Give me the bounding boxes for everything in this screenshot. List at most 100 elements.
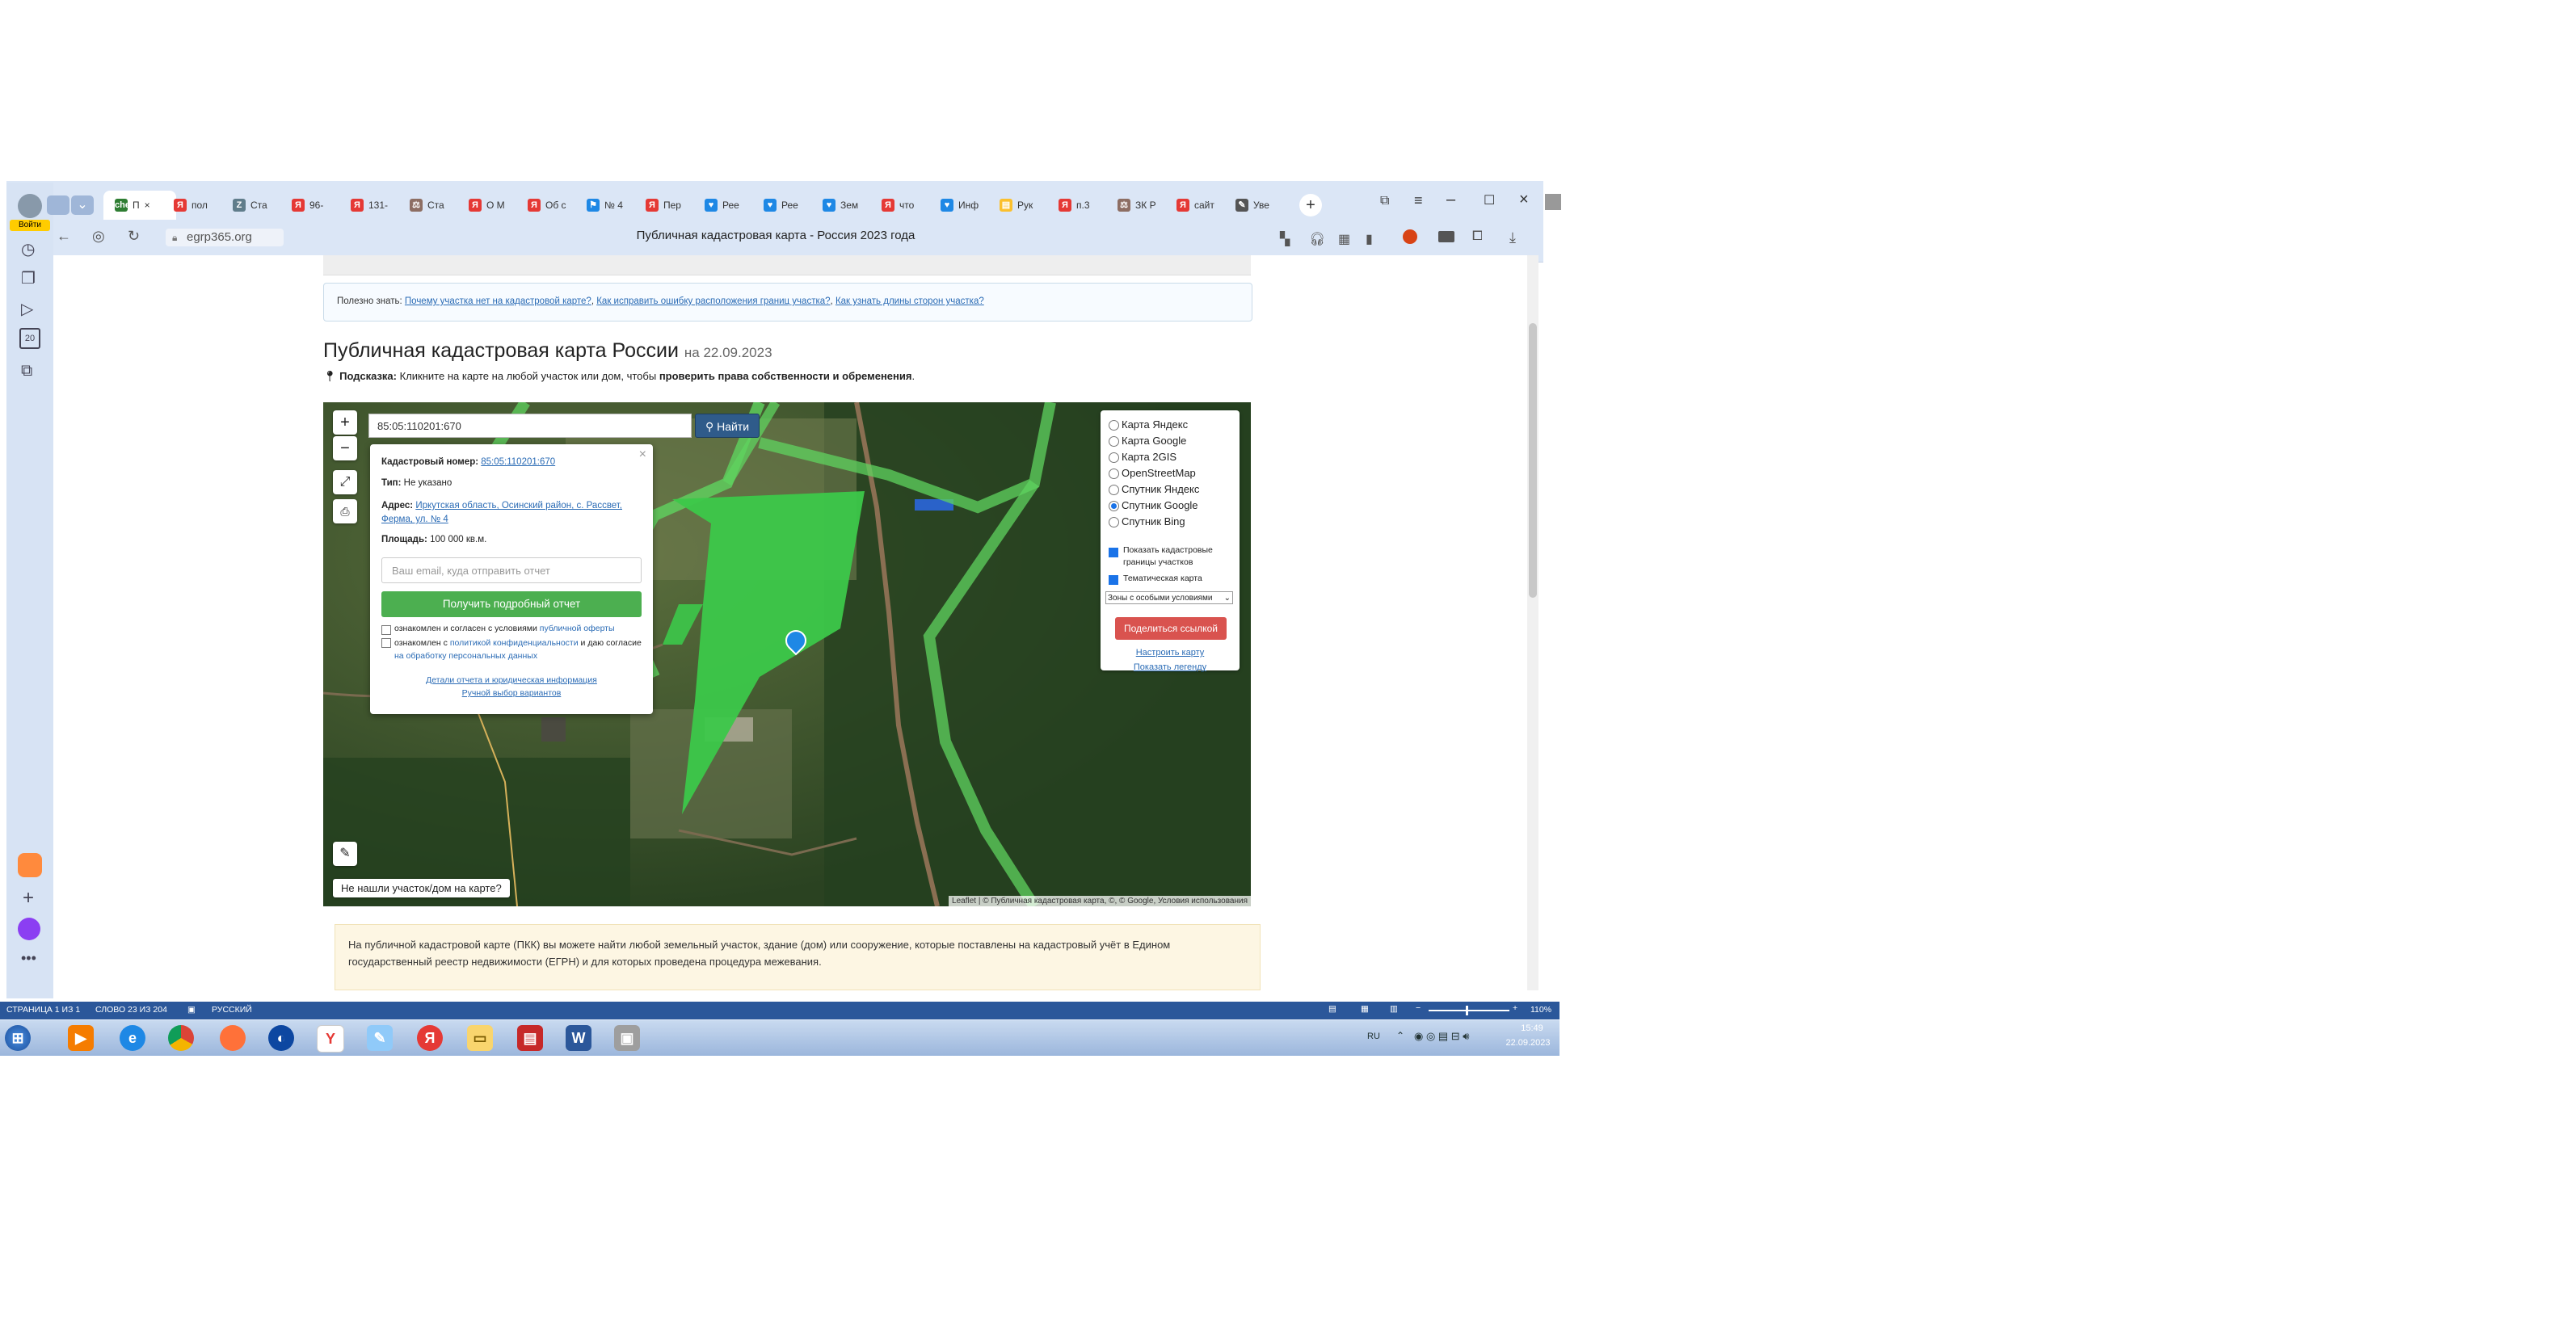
alice-icon[interactable]: [18, 918, 40, 940]
abbyy-icon[interactable]: ▤: [517, 1025, 543, 1051]
more-icon[interactable]: •••: [21, 950, 36, 967]
close-icon[interactable]: ×: [1519, 191, 1529, 209]
tab[interactable]: Япол: [174, 194, 208, 216]
history-icon[interactable]: ◷: [21, 239, 35, 259]
configure-map-link[interactable]: Настроить карту: [1136, 648, 1205, 658]
layer-label[interactable]: Карта 2GIS: [1122, 451, 1176, 463]
download-icon[interactable]: ⤓: [1509, 229, 1516, 246]
translate-icon[interactable]: ▦: [1338, 231, 1350, 247]
tab[interactable]: ♥ Рее: [764, 194, 798, 216]
minimize-icon[interactable]: –: [1446, 191, 1455, 209]
tab[interactable]: ⚖ ЗК Р: [1118, 194, 1156, 216]
layer-radio[interactable]: [1109, 469, 1119, 479]
cadastral-map[interactable]: + − ⤢ ⎙ ✎ 85:05:110201:670 ⚲ Найти × Кад…: [323, 402, 1251, 906]
chevron-down-icon[interactable]: ⌄: [71, 195, 94, 215]
search-button[interactable]: ⚲ Найти: [695, 414, 760, 438]
tab[interactable]: ▤ Рук: [1000, 194, 1033, 216]
protect-icon[interactable]: ◎: [92, 228, 105, 245]
cadastral-borders-checkbox[interactable]: [1109, 548, 1118, 557]
reader-icon[interactable]: ▚: [1280, 231, 1290, 247]
layer-radio[interactable]: [1109, 485, 1119, 495]
tab[interactable]: ⚑ № 4: [587, 194, 623, 216]
yandex-browser-icon[interactable]: Y: [317, 1025, 344, 1053]
maximize-icon[interactable]: ☐: [1484, 192, 1495, 208]
useful-link-1[interactable]: Почему участка нет на кадастровой карте?: [405, 296, 591, 306]
menu-icon[interactable]: ≡: [1414, 192, 1423, 209]
email-field[interactable]: Ваш email, куда отправить отчет: [381, 557, 642, 583]
get-report-button[interactable]: Получить подробный отчет: [381, 591, 642, 617]
tab[interactable]: check П ×: [115, 194, 150, 216]
cad-number-link[interactable]: 85:05:110201:670: [481, 457, 555, 467]
share-link-button[interactable]: Поделиться ссылкой: [1115, 617, 1227, 640]
user-icon[interactable]: [1545, 194, 1561, 210]
tray-icons[interactable]: ◉ ◎ ▤ ⊟ 🔊︎: [1414, 1030, 1470, 1043]
read-mode-icon[interactable]: ▤: [1328, 1004, 1336, 1014]
account-login-label[interactable]: Войти: [10, 220, 50, 231]
layer-label[interactable]: OpenStreetMap: [1122, 467, 1196, 479]
tab[interactable]: Яп.3: [1059, 194, 1090, 216]
tabs-menu-icon[interactable]: ⧉: [1380, 194, 1389, 208]
layer-label[interactable]: Спутник Яндекс: [1122, 483, 1199, 495]
tray-arrow-icon[interactable]: ⌃: [1396, 1030, 1404, 1041]
bookmark-icon[interactable]: ▮: [1366, 231, 1373, 247]
add-panel-icon[interactable]: +: [23, 887, 34, 910]
zones-select[interactable]: Зоны с особыми условиями ⌄: [1105, 591, 1233, 604]
print-icon[interactable]: ⎙: [333, 499, 357, 523]
ruler-icon[interactable]: ✎: [333, 842, 357, 866]
chrome-icon[interactable]: [168, 1025, 194, 1051]
play-icon[interactable]: ▷: [21, 299, 33, 319]
reload-icon[interactable]: ↻: [128, 228, 140, 245]
tab-close-icon[interactable]: ×: [145, 200, 150, 211]
paint-icon[interactable]: ✎: [367, 1025, 393, 1051]
offer-link[interactable]: публичной оферты: [540, 624, 615, 633]
scrollbar-thumb[interactable]: [1529, 323, 1537, 598]
thematic-map-checkbox[interactable]: [1109, 575, 1118, 585]
layer-label[interactable]: Спутник Google: [1122, 499, 1198, 511]
offer-consent-checkbox[interactable]: [381, 625, 391, 635]
address-link[interactable]: Иркутская область, Осинский район, с. Ра…: [381, 501, 622, 524]
privacy-consent-checkbox[interactable]: [381, 638, 391, 648]
zoom-slider[interactable]: [1429, 1010, 1509, 1011]
extension-icon[interactable]: [1403, 229, 1417, 244]
layer-radio[interactable]: [1109, 436, 1119, 447]
useful-link-2[interactable]: Как исправить ошибку расположения границ…: [596, 296, 830, 306]
address-bar[interactable]: 🔒︎ egrp365.org: [166, 229, 284, 246]
layer-radio[interactable]: [1109, 452, 1119, 463]
zoom-in-button[interactable]: +: [333, 410, 357, 435]
show-legend-link[interactable]: Показать легенду: [1134, 662, 1206, 672]
media-player-icon[interactable]: ▶: [68, 1025, 94, 1051]
proofing-icon[interactable]: ▣: [187, 1005, 196, 1015]
manual-select-link[interactable]: Ручной выбор вариантов: [462, 688, 562, 698]
tab[interactable]: Я 131-: [351, 194, 388, 216]
tab[interactable]: Я Об с: [528, 194, 566, 216]
word-count[interactable]: СЛОВО 23 ИЗ 204: [95, 1005, 167, 1015]
firefox-icon[interactable]: [220, 1025, 246, 1051]
account-avatar[interactable]: [18, 194, 42, 218]
layer-radio[interactable]: [1109, 501, 1119, 511]
tab[interactable]: ⚖ Ста: [410, 194, 444, 216]
layer-label[interactable]: Карта Google: [1122, 435, 1186, 447]
yandex-icon[interactable]: Я: [417, 1025, 443, 1051]
tab[interactable]: Z Ста: [233, 194, 267, 216]
privacy-link[interactable]: политикой конфиденциальности: [450, 638, 579, 648]
extensions-icon[interactable]: ⧠: [1472, 229, 1483, 244]
useful-link-3[interactable]: Как узнать длины сторон участка?: [836, 296, 984, 306]
back-icon[interactable]: ←: [57, 228, 71, 245]
zoom-out-icon[interactable]: −: [1416, 1003, 1421, 1013]
page-count[interactable]: СТРАНИЦА 1 ИЗ 1: [6, 1005, 80, 1015]
zoom-level[interactable]: 110%: [1530, 1005, 1551, 1015]
app-icon[interactable]: ◐: [268, 1025, 294, 1051]
computer-icon[interactable]: ▣: [614, 1025, 640, 1051]
tab[interactable]: Я 96-: [292, 194, 323, 216]
personal-data-link[interactable]: на обработку персональных данных: [394, 651, 537, 661]
extension-2-icon[interactable]: [1438, 231, 1454, 242]
language-status[interactable]: РУССКИЙ: [212, 1005, 252, 1015]
calendar-icon[interactable]: 20: [19, 328, 40, 349]
tab[interactable]: ЯО М: [469, 194, 505, 216]
tab[interactable]: Ясайт: [1176, 194, 1214, 216]
fullscreen-icon[interactable]: ⤢: [333, 470, 357, 494]
word-icon[interactable]: W: [566, 1025, 591, 1051]
collections-icon[interactable]: ❐: [21, 268, 36, 288]
new-tab-button[interactable]: +: [1299, 194, 1322, 216]
zoom-slider-thumb[interactable]: [1466, 1006, 1468, 1015]
